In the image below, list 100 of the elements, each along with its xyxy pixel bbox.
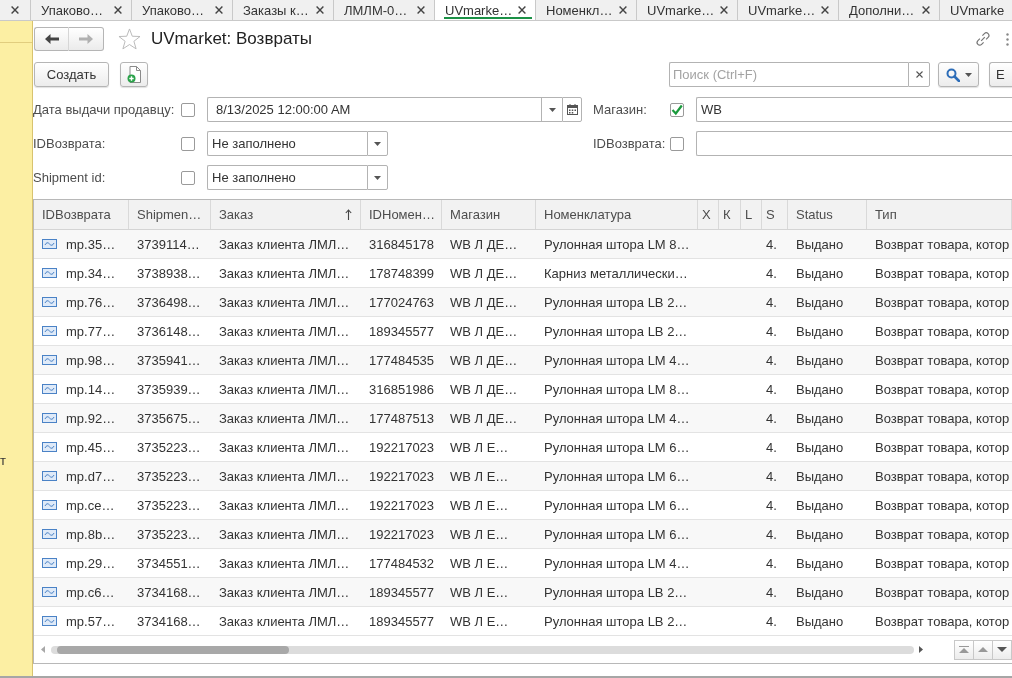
column-header[interactable]: Shipmen…: [129, 200, 211, 229]
table-row[interactable]: mp.92… 3735675… Заказ клиента ЛМЛ… 177487513 WB Л ДЕ… Рулонная штора LM 4… 4. Выдано Возврат товара, котор: [34, 404, 1012, 433]
table-cell: 189345577: [369, 613, 435, 629]
tab[interactable]: UVmarke: [940, 0, 1012, 20]
select-field[interactable]: Не заполнено: [207, 131, 367, 156]
table-row[interactable]: mp.c6… 3734168… Заказ клиента ЛМЛ… 189345577 WB Л Е… Рулонная штора LB 2… 4. Выдано Возврат товара, котор: [34, 578, 1012, 607]
tab[interactable]: Упаково…: [31, 0, 132, 20]
column-header[interactable]: S: [762, 200, 788, 229]
first-page-icon: [959, 646, 969, 653]
close-icon[interactable]: [417, 6, 425, 14]
column-header[interactable]: Тип: [867, 200, 1012, 229]
close-icon[interactable]: [821, 6, 829, 14]
close-icon[interactable]: [11, 6, 19, 14]
table-cell: WB Л Е…: [450, 497, 509, 513]
tab[interactable]: Упаково…: [132, 0, 233, 20]
field-label: IDВозврата:: [33, 136, 106, 151]
table-row[interactable]: mp.57… 3734168… Заказ клиента ЛМЛ… 189345577 WB Л Е… Рулонная штора LB 2… 4. Выдано Возврат товара, котор: [34, 607, 1012, 636]
checkbox[interactable]: [181, 102, 195, 117]
wave-card-icon: [42, 355, 57, 365]
dropdown-button[interactable]: [367, 131, 388, 156]
table-cell: Возврат товара, котор: [875, 323, 1010, 339]
checkbox[interactable]: [181, 170, 195, 185]
more-icon[interactable]: [1006, 32, 1009, 46]
table-row[interactable]: mp.8b… 3735223… Заказ клиента ЛМЛ… 192217023 WB Л Е… Рулонная штора LM 6… 4. Выдано Возврат товара, котор: [34, 520, 1012, 549]
checkbox[interactable]: [181, 136, 195, 151]
column-header[interactable]: IDВозврата: [34, 200, 129, 229]
tab[interactable]: UVmarke…: [738, 0, 839, 20]
date-field[interactable]: 8/13/2025 12:00:00 AM: [207, 97, 541, 122]
table-cell: Возврат товара, котор: [875, 265, 1010, 281]
table-cell: 3735675…: [137, 410, 201, 426]
table-cell: 4.: [766, 352, 777, 368]
close-icon: [915, 71, 923, 78]
table-cell: 177487513: [369, 410, 435, 426]
close-icon[interactable]: [215, 6, 223, 14]
column-header[interactable]: Номенклатура: [536, 200, 698, 229]
table-cell: Заказ клиента ЛМЛ…: [219, 381, 350, 397]
tab[interactable]: Заказы к…: [233, 0, 334, 20]
table-cell: Возврат товара, котор: [875, 410, 1010, 426]
table-cell: 4.: [766, 323, 777, 339]
field-label: Магазин:: [593, 102, 647, 117]
tab[interactable]: UVmarke…: [435, 0, 536, 20]
column-header[interactable]: Магазин: [442, 200, 536, 229]
table-row[interactable]: mp.98… 3735941… Заказ клиента ЛМЛ… 177484535 WB Л ДЕ… Рулонная штора LM 4… 4. Выдано Возврат товара, котор: [34, 346, 1012, 375]
scroll-down-button[interactable]: [992, 639, 1012, 660]
up-triangle-icon: [978, 647, 988, 652]
table-cell: 189345577: [369, 323, 435, 339]
star-icon[interactable]: [118, 28, 141, 50]
table-cell: WB Л Е…: [450, 555, 509, 571]
tab[interactable]: Дополни…: [839, 0, 940, 20]
column-header[interactable]: Status: [788, 200, 867, 229]
close-icon[interactable]: [518, 6, 526, 14]
table-cell: Заказ клиента ЛМЛ…: [219, 497, 350, 513]
search-button[interactable]: [938, 62, 979, 87]
wave-card-icon: [42, 442, 57, 452]
scroll-left-icon[interactable]: [41, 646, 45, 653]
input-field[interactable]: WB: [696, 97, 1012, 122]
table-cell: 3734551…: [137, 555, 201, 571]
table-cell: Возврат товара, котор: [875, 497, 1010, 513]
select-field[interactable]: Не заполнено: [207, 165, 367, 190]
checkbox[interactable]: [670, 136, 684, 151]
close-icon[interactable]: [720, 6, 728, 14]
table-cell: Возврат товара, котор: [875, 236, 1010, 252]
table-row[interactable]: mp.35… 3739114… Заказ клиента ЛМЛ… 316845178 WB Л ДЕ… Рулонная штора LM 8… 4. Выдано Возврат товара, котор: [34, 230, 1012, 259]
table-cell: 4.: [766, 613, 777, 629]
dropdown-button[interactable]: [541, 97, 562, 122]
dropdown-button[interactable]: [367, 165, 388, 190]
scrollbar-thumb[interactable]: [57, 645, 289, 654]
table-cell: WB Л Е…: [450, 439, 509, 455]
input-field[interactable]: [696, 131, 1012, 156]
add-document-button[interactable]: [120, 62, 148, 87]
column-header[interactable]: Заказ: [211, 200, 361, 229]
scrollbar[interactable]: [51, 645, 914, 654]
table-cell: Заказ клиента ЛМЛ…: [219, 468, 350, 484]
column-header[interactable]: IDНомен…: [361, 200, 442, 229]
more-button[interactable]: Е: [989, 62, 1012, 87]
tab[interactable]: UVmarke…: [637, 0, 738, 20]
close-icon[interactable]: [114, 6, 122, 14]
table-cell: Рулонная штора LM 6…: [544, 468, 690, 484]
create-button[interactable]: Создать: [34, 62, 109, 87]
column-header[interactable]: L: [741, 200, 762, 229]
back-button[interactable]: [34, 27, 69, 51]
calendar-button[interactable]: [562, 97, 582, 122]
table-cell: mp.77…: [66, 323, 116, 339]
close-icon[interactable]: [922, 6, 930, 14]
table-cell: 192217023: [369, 497, 435, 513]
checkbox[interactable]: [670, 102, 684, 117]
close-icon[interactable]: [316, 6, 324, 14]
table-row[interactable]: mp.76… 3736498… Заказ клиента ЛМЛ… 177024763 WB Л ДЕ… Рулонная штора LB 2… 4. Выдано Возврат товара, котор: [34, 288, 1012, 317]
link-icon[interactable]: [975, 31, 991, 47]
table-cell: 4.: [766, 236, 777, 252]
scroll-right-icon[interactable]: [919, 646, 923, 653]
column-header[interactable]: Х: [698, 200, 719, 229]
column-header[interactable]: К: [719, 200, 741, 229]
tab[interactable]: Номенкл…: [536, 0, 637, 20]
wave-card-icon: [42, 239, 57, 249]
clear-search-button[interactable]: [908, 62, 930, 87]
table-row[interactable]: mp.d7… 3735223… Заказ клиента ЛМЛ… 192217023 WB Л Е… Рулонная штора LM 6… 4. Выдано Возврат товара, котор: [34, 462, 1012, 491]
close-icon[interactable]: [619, 6, 627, 14]
calendar-icon: [566, 104, 578, 115]
scroll-to-top-button[interactable]: [954, 639, 974, 660]
